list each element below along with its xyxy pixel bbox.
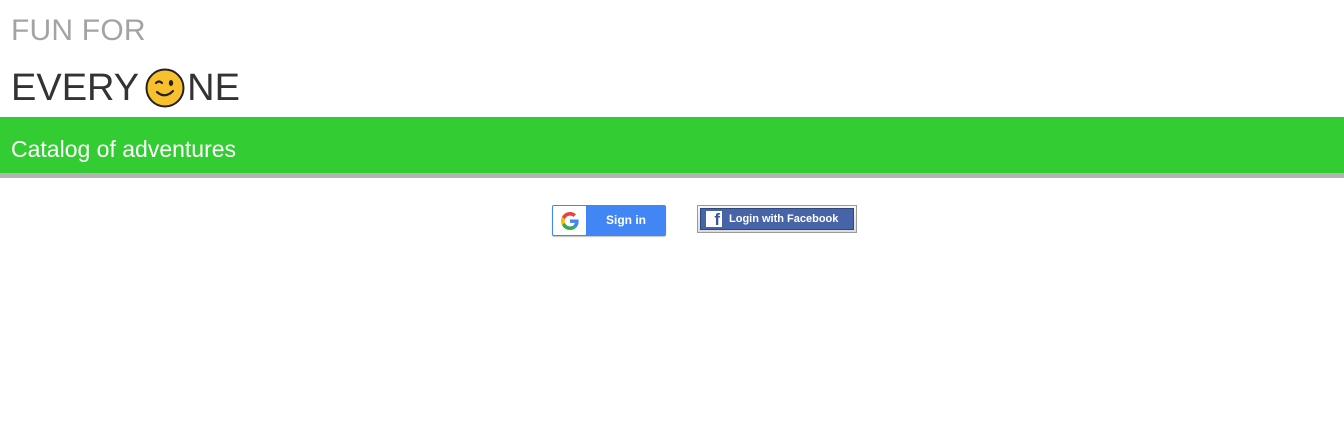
logo-text-every: EVERY <box>11 67 140 109</box>
logo-line-everyone: EVERY NE <box>11 66 240 110</box>
google-logo-box <box>553 206 586 235</box>
facebook-login-button[interactable]: f Login with Facebook <box>697 205 857 233</box>
google-sign-in-button[interactable]: Sign in <box>552 205 666 236</box>
logo-line-fun-for: FUN FOR <box>11 14 146 47</box>
banner-title: Catalog of adventures <box>11 136 237 162</box>
facebook-login-inner: f Login with Facebook <box>700 208 854 230</box>
winking-face-icon <box>145 68 185 108</box>
logo-text-ne: NE <box>187 67 240 109</box>
google-g-icon <box>560 211 579 230</box>
catalog-banner: Catalog of adventures <box>0 117 1344 178</box>
facebook-login-label: Login with Facebook <box>729 213 839 225</box>
google-sign-in-label: Sign in <box>606 213 646 227</box>
facebook-f-icon: f <box>706 211 722 227</box>
site-header: FUN FOR EVERY NE <box>0 0 1344 117</box>
